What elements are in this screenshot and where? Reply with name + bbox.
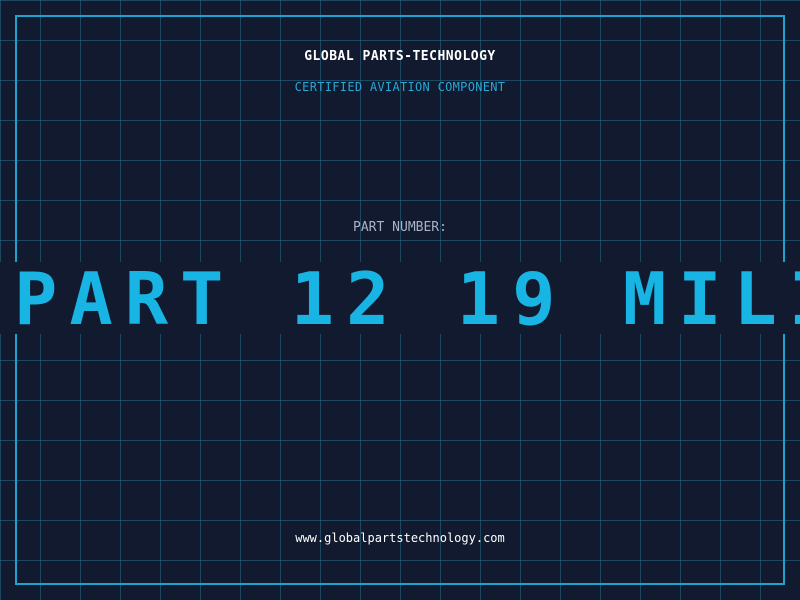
website-url: www.globalpartstechnology.com [295,531,505,545]
company-name: GLOBAL PARTS-TECHNOLOGY [304,49,496,64]
part-number-label: PART NUMBER: [353,220,447,235]
tagline: CERTIFIED AVIATION COMPONENT [294,80,506,94]
part-number-value: PART 12 19 MILITAR [14,262,800,334]
part-number-band: PART 12 19 MILITAR [0,262,800,334]
